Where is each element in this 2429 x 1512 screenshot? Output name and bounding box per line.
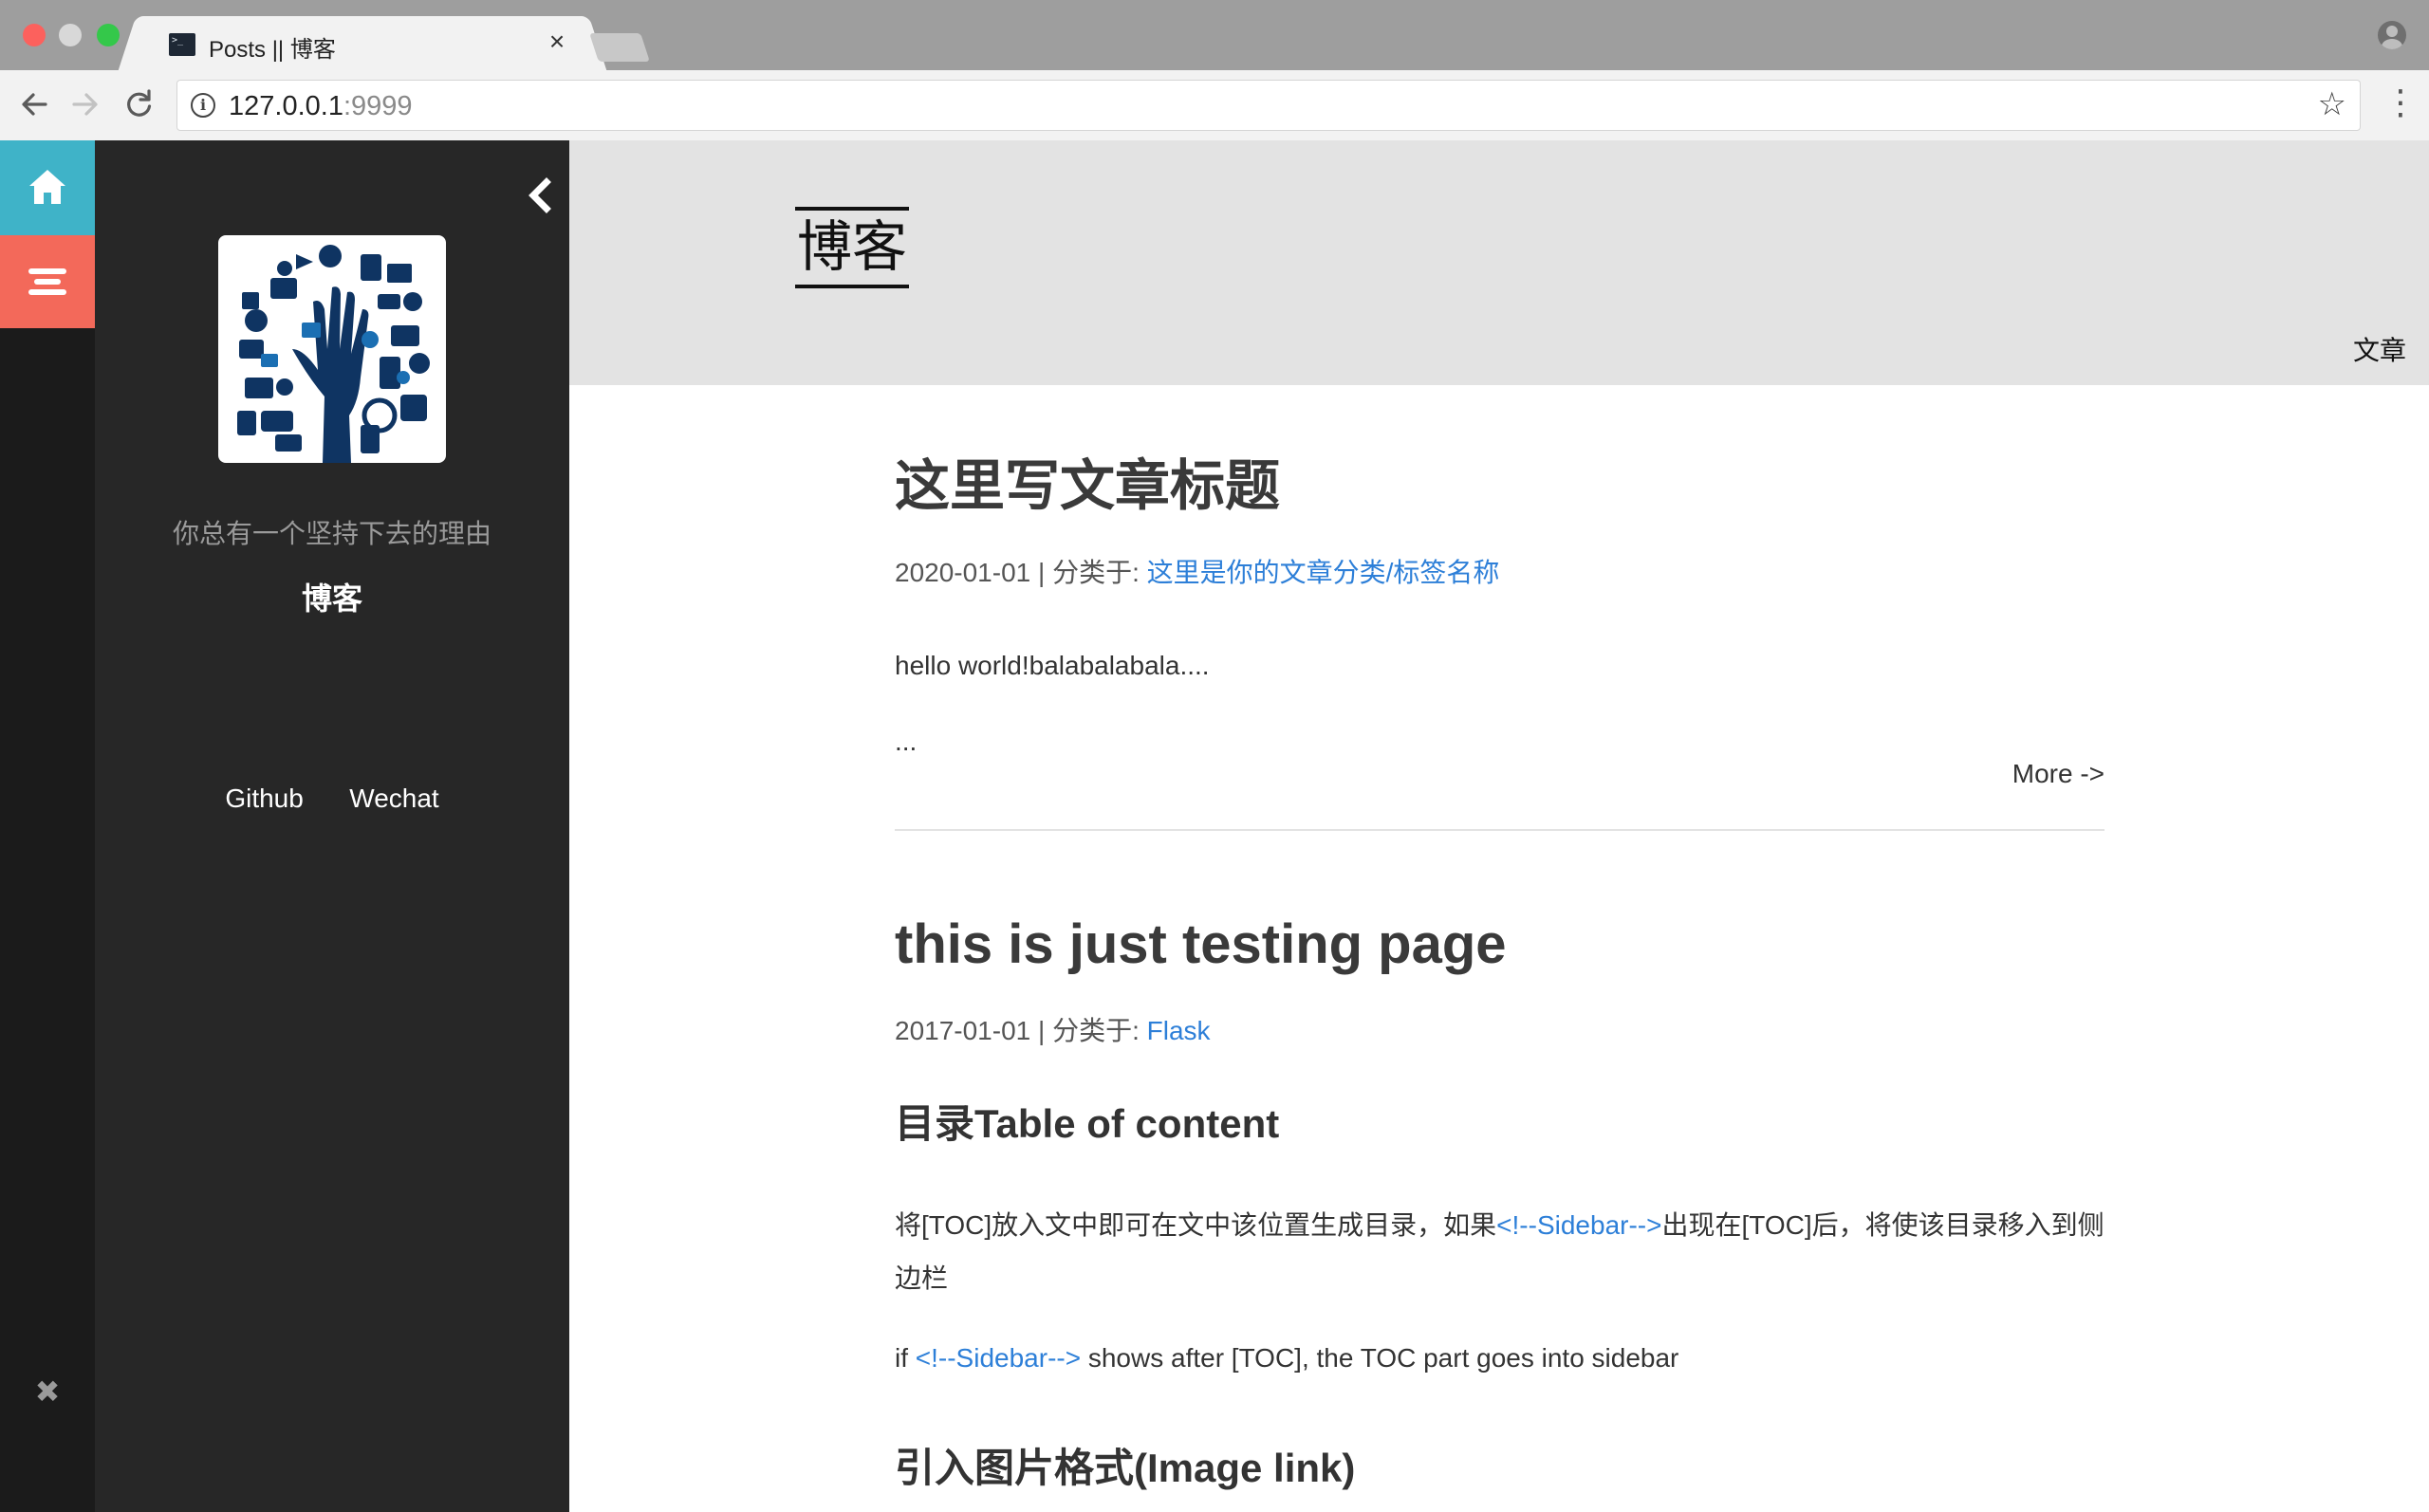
menu-bars-icon xyxy=(34,279,61,285)
chevron-left-icon[interactable] xyxy=(524,176,558,214)
post-category-prefix: | 分类于: xyxy=(1030,1016,1147,1045)
menu-bars-icon xyxy=(28,268,66,274)
browser-toolbar: i 127.0.0.1:9999 ☆ ⋮ xyxy=(0,70,2429,141)
post-more-row: More -> xyxy=(895,759,2105,789)
post-item: 这里写文章标题 2020-01-01 | 分类于: 这里是你的文章分类/标签名称… xyxy=(895,453,2105,831)
sidebar: 你总有一个坚持下去的理由 博客 Github Wechat xyxy=(95,140,569,1512)
profile-icon[interactable] xyxy=(2378,21,2406,49)
home-button[interactable] xyxy=(0,140,95,235)
address-bar[interactable]: i 127.0.0.1:9999 ☆ xyxy=(176,80,2361,131)
new-tab-button[interactable] xyxy=(589,33,650,62)
menu-bars-icon xyxy=(28,289,66,295)
nav-item-articles[interactable]: 文章 xyxy=(2353,330,2406,368)
post-excerpt: hello world!balabalabala.... xyxy=(895,651,1210,680)
post-paragraph: if <!--Sidebar--> shows after [TOC], the… xyxy=(895,1332,2105,1385)
github-link[interactable]: Github xyxy=(225,784,304,814)
url-text[interactable]: 127.0.0.1:9999 xyxy=(229,91,413,122)
page-header: 博客 文章 xyxy=(569,140,2429,385)
paragraph-text: shows after [TOC], the TOC part goes int… xyxy=(1081,1343,1679,1373)
post-category-prefix: | 分类于: xyxy=(1030,558,1147,587)
sidebar-comment-link[interactable]: <!--Sidebar--> xyxy=(916,1343,1081,1373)
sidebar-motto: 你总有一个坚持下去的理由 xyxy=(172,519,491,548)
url-host: 127.0.0.1 xyxy=(229,91,343,121)
post-heading-image: 引入图片格式(Image link) xyxy=(895,1446,1356,1490)
browser-titlebar: Posts || 博客 × xyxy=(0,0,2429,70)
url-port: :9999 xyxy=(343,91,413,121)
post-paragraph: 将[TOC]放入文中即可在文中该位置生成目录，如果<!--Sidebar-->出… xyxy=(895,1199,2105,1305)
avatar xyxy=(218,235,446,463)
info-icon[interactable]: i xyxy=(191,93,215,118)
browser-tab-active[interactable]: Posts || 博客 × xyxy=(140,16,584,70)
paragraph-text: 将[TOC]放入文中即可在文中该位置生成目录，如果 xyxy=(895,1210,1497,1240)
post-category-link[interactable]: 这里是你的文章分类/标签名称 xyxy=(1147,558,1500,587)
post-date: 2017-01-01 xyxy=(895,1016,1031,1045)
post-item: this is just testing page 2017-01-01 | 分… xyxy=(895,912,2105,1494)
tab-title: Posts || 博客 xyxy=(209,37,336,63)
tab-close-icon[interactable]: × xyxy=(543,27,571,56)
post-heading-toc: 目录Table of content xyxy=(895,1101,1280,1146)
forward-arrow-icon[interactable] xyxy=(65,83,106,125)
post-title[interactable]: 这里写文章标题 xyxy=(895,453,2105,520)
post-meta: 2020-01-01 | 分类于: 这里是你的文章分类/标签名称 xyxy=(895,552,2105,590)
home-icon xyxy=(29,170,65,204)
wechat-link[interactable]: Wechat xyxy=(349,784,438,814)
social-links: Github Wechat xyxy=(95,784,569,814)
terminal-favicon-icon xyxy=(169,33,195,56)
close-icon[interactable]: ✖ xyxy=(28,1374,66,1410)
post-category-link[interactable]: Flask xyxy=(1147,1016,1211,1045)
star-icon[interactable]: ☆ xyxy=(2318,85,2346,123)
window-close-button[interactable] xyxy=(23,24,46,46)
post-ellipsis: ... xyxy=(895,727,918,756)
icon-bar: ✖ xyxy=(0,140,95,1512)
post-divider xyxy=(895,829,2105,831)
page-viewport: ✖ 你总有一个坚持下去的理由 博客 Github Wechat 博客 文章 这里… xyxy=(0,140,2429,1512)
paragraph-text: if xyxy=(895,1343,916,1373)
main-content: 博客 文章 这里写文章标题 2020-01-01 | 分类于: 这里是你的文章分… xyxy=(569,140,2429,1512)
post-meta: 2017-01-01 | 分类于: Flask xyxy=(895,1010,2105,1048)
menu-dots-icon[interactable]: ⋮ xyxy=(2383,85,2418,120)
menu-toggle-button[interactable] xyxy=(0,235,95,328)
window-minimize-button[interactable] xyxy=(59,24,82,46)
post-date: 2020-01-01 xyxy=(895,558,1031,587)
post-list: 这里写文章标题 2020-01-01 | 分类于: 这里是你的文章分类/标签名称… xyxy=(895,385,2105,1494)
reload-icon[interactable] xyxy=(118,83,159,125)
sidebar-site-name: 博客 xyxy=(301,581,362,616)
back-arrow-icon[interactable] xyxy=(13,83,55,125)
site-brand[interactable]: 博客 xyxy=(795,207,910,288)
post-title[interactable]: this is just testing page xyxy=(895,912,2105,978)
window-maximize-button[interactable] xyxy=(97,24,120,46)
read-more-link[interactable]: More -> xyxy=(2012,759,2105,788)
sidebar-comment-link[interactable]: <!--Sidebar--> xyxy=(1496,1210,1661,1240)
